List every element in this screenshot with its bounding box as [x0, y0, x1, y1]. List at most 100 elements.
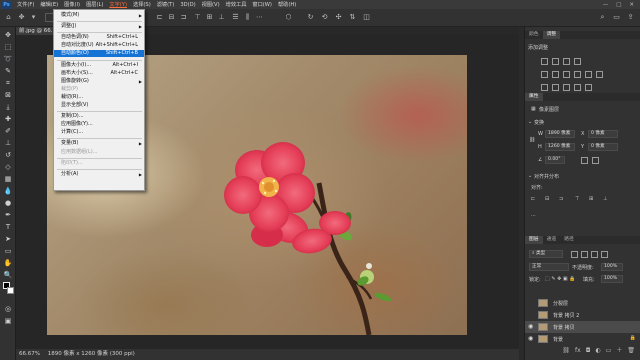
layer-kind-filter[interactable]: ⌕ 类型: [529, 250, 563, 258]
menu-plugins[interactable]: 增效工具: [223, 1, 250, 8]
panel-align-middle-icon[interactable]: ⊞: [589, 196, 593, 202]
blur-tool-icon[interactable]: 💧: [3, 187, 13, 196]
layer-row[interactable]: 背景 拷贝 2: [525, 309, 640, 321]
menu-select[interactable]: 选择(S): [130, 1, 154, 8]
selective-color-icon[interactable]: [585, 84, 592, 91]
opacity-field[interactable]: 100%: [601, 263, 623, 271]
panel-align-bottom-icon[interactable]: ⊥: [603, 196, 607, 202]
image-menu-item[interactable]: 裁剪(P): [54, 86, 144, 93]
align-top-icon[interactable]: ⊤: [193, 13, 202, 22]
link-icon[interactable]: ⛓: [529, 137, 535, 143]
tab-properties[interactable]: 属性: [525, 93, 543, 101]
align-caret-icon[interactable]: ⌄: [528, 173, 532, 179]
panel-align-top-icon[interactable]: ⊤: [575, 196, 579, 202]
more-options-icon[interactable]: ⋯: [531, 213, 536, 219]
background-color-swatch[interactable]: [7, 287, 14, 294]
delete-layer-icon[interactable]: 🗑: [627, 345, 635, 357]
image-menu-item[interactable]: 图像大小(I)... Alt+Ctrl+I: [54, 62, 144, 69]
image-menu-item[interactable]: 变量(B) ▶: [54, 140, 144, 147]
image-menu-item[interactable]: 图像旋转(G) ▶: [54, 78, 144, 85]
image-menu-item[interactable]: 计算(C)...: [54, 129, 144, 136]
chevron-down-icon[interactable]: ▾: [29, 13, 38, 22]
distribute-icon[interactable]: ☰: [231, 13, 240, 22]
curves-icon[interactable]: [563, 58, 570, 65]
minimize-icon[interactable]: —: [603, 2, 609, 8]
image-menu-item[interactable]: 陷印(T)...: [54, 160, 144, 167]
image-menu-item[interactable]: 模式(M) ▶: [54, 12, 144, 19]
tab-adjustments[interactable]: 调整: [542, 31, 561, 39]
more-options-icon[interactable]: ⋯: [255, 13, 264, 22]
frame-tool-icon[interactable]: ⊠: [3, 91, 13, 100]
screen-mode-icon[interactable]: ▣: [3, 317, 13, 326]
distribute-h-icon[interactable]: ⫼: [243, 13, 252, 22]
panel-align-center-icon[interactable]: ⊟: [545, 196, 549, 202]
eyedropper-tool-icon[interactable]: ⤓: [3, 103, 13, 112]
flip-horizontal-icon[interactable]: [581, 157, 588, 164]
filter-type-icon[interactable]: [591, 251, 598, 258]
panel-align-left-icon[interactable]: ⊏: [531, 196, 535, 202]
filter-shape-icon[interactable]: [601, 251, 608, 258]
menu-filter[interactable]: 滤镜(T): [154, 1, 178, 8]
scale-3d-icon[interactable]: ◫: [362, 13, 371, 22]
path-select-tool-icon[interactable]: ➤: [3, 235, 13, 244]
image-menu-item[interactable]: 显示全部(V): [54, 102, 144, 109]
maximize-icon[interactable]: □: [616, 2, 621, 8]
vibrance-icon[interactable]: [541, 71, 548, 78]
roll-3d-icon[interactable]: ⟲: [320, 13, 329, 22]
blend-mode-select[interactable]: 正常: [529, 263, 569, 271]
eraser-tool-icon[interactable]: ◇: [3, 163, 13, 172]
share-icon[interactable]: ⇪: [626, 13, 635, 22]
lasso-tool-icon[interactable]: ➰: [3, 55, 13, 64]
adjustment-layer-icon[interactable]: ◐: [595, 345, 600, 357]
menu-image[interactable]: 图像(I): [61, 1, 83, 8]
clone-stamp-tool-icon[interactable]: ⊥: [3, 139, 13, 148]
hand-tool-icon[interactable]: ✋: [3, 259, 13, 268]
zoom-tool-icon[interactable]: 🔍: [3, 271, 13, 280]
brush-tool-icon[interactable]: ✐: [3, 127, 13, 136]
rectangle-tool-icon[interactable]: ▭: [3, 247, 13, 256]
align-middle-icon[interactable]: ⊞: [205, 13, 214, 22]
workspace-icon[interactable]: ▭: [612, 13, 621, 22]
quick-mask-icon[interactable]: ◎: [3, 305, 13, 314]
slide-3d-icon[interactable]: ⇅: [348, 13, 357, 22]
angle-field[interactable]: 0.00°: [545, 156, 565, 164]
tab-layers[interactable]: 图层: [525, 236, 543, 244]
filter-adjust-icon[interactable]: [581, 251, 588, 258]
channel-mixer-icon[interactable]: [596, 71, 603, 78]
height-field[interactable]: 1260 像素: [545, 143, 575, 151]
menu-edit[interactable]: 编辑(E): [37, 1, 61, 8]
gradient-map-icon[interactable]: [574, 84, 581, 91]
home-icon[interactable]: ⌂: [4, 13, 13, 22]
image-menu-item[interactable]: 调整(J) ▶: [54, 23, 144, 30]
image-menu-item[interactable]: 复制(D)...: [54, 113, 144, 120]
levels-icon[interactable]: [552, 58, 559, 65]
menu-view[interactable]: 视图(V): [199, 1, 223, 8]
menu-type[interactable]: 文字(Y): [106, 1, 130, 8]
image-menu-item[interactable]: 应用数据组(L)...: [54, 149, 144, 156]
close-icon[interactable]: ✕: [629, 2, 634, 8]
fx-icon[interactable]: fx: [575, 345, 581, 357]
invert-icon[interactable]: [541, 84, 548, 91]
link-layers-icon[interactable]: ⛓: [562, 345, 570, 357]
black-white-icon[interactable]: [574, 71, 581, 78]
filter-pixel-icon[interactable]: [571, 251, 578, 258]
panel-align-right-icon[interactable]: ⊐: [559, 196, 563, 202]
tab-channels[interactable]: 通道: [543, 236, 561, 244]
history-brush-tool-icon[interactable]: ↺: [3, 151, 13, 160]
align-center-icon[interactable]: ⊟: [167, 13, 176, 22]
threshold-icon[interactable]: [563, 84, 570, 91]
photo-filter-icon[interactable]: [585, 71, 592, 78]
y-field[interactable]: 0 像素: [588, 143, 618, 151]
layer-row[interactable]: ◉ 背景 拷贝: [525, 321, 640, 333]
layer-row[interactable]: 分裂层: [525, 297, 640, 309]
tab-color[interactable]: 颜色: [525, 31, 543, 39]
dodge-tool-icon[interactable]: ●: [3, 199, 13, 208]
search-icon[interactable]: ⌕: [598, 13, 607, 22]
tab-paths[interactable]: 路径: [560, 236, 578, 244]
pen-tool-icon[interactable]: ✒: [3, 211, 13, 220]
menu-file[interactable]: 文件(F): [14, 1, 37, 8]
gradient-tool-icon[interactable]: ▦: [3, 175, 13, 184]
new-layer-icon[interactable]: ＋: [616, 345, 622, 357]
image-menu-item[interactable]: 分析(A) ▶: [54, 171, 144, 178]
crop-tool-icon[interactable]: ⌗: [3, 79, 13, 88]
